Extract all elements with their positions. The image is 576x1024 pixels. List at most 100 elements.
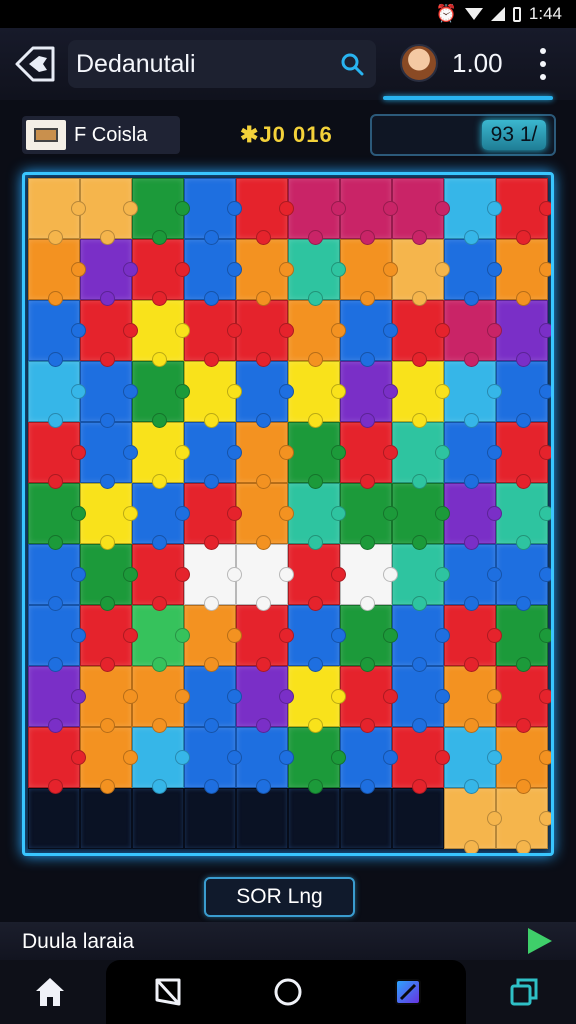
app-icon[interactable] [388, 972, 428, 1012]
puzzle-piece[interactable] [340, 422, 398, 489]
puzzle-piece[interactable] [392, 605, 450, 672]
puzzle-piece[interactable] [444, 300, 502, 367]
puzzle-piece[interactable] [288, 727, 346, 794]
search-field[interactable]: Dedanutali [68, 40, 376, 88]
puzzle-piece[interactable] [28, 239, 86, 306]
puzzle-piece[interactable] [392, 361, 450, 428]
puzzle-piece[interactable] [184, 544, 242, 611]
empty-slot[interactable] [392, 788, 444, 849]
puzzle-piece[interactable] [288, 422, 346, 489]
puzzle-piece[interactable] [184, 300, 242, 367]
circle-home-icon[interactable] [268, 972, 308, 1012]
puzzle-piece[interactable] [132, 727, 190, 794]
puzzle-piece[interactable] [496, 666, 551, 733]
puzzle-piece[interactable] [496, 483, 551, 550]
puzzle-piece[interactable] [80, 178, 138, 245]
puzzle-piece[interactable] [288, 178, 346, 245]
puzzle-piece[interactable] [444, 605, 502, 672]
puzzle-piece[interactable] [288, 300, 346, 367]
puzzle-piece[interactable] [288, 605, 346, 672]
puzzle-piece[interactable] [496, 605, 551, 672]
puzzle-piece[interactable] [236, 239, 294, 306]
puzzle-piece[interactable] [444, 483, 502, 550]
puzzle-piece[interactable] [340, 727, 398, 794]
puzzle-piece[interactable] [496, 239, 551, 306]
puzzle-piece[interactable] [392, 666, 450, 733]
puzzle-piece[interactable] [340, 605, 398, 672]
puzzle-piece[interactable] [496, 727, 551, 794]
puzzle-piece[interactable] [236, 727, 294, 794]
puzzle-piece[interactable] [184, 361, 242, 428]
puzzle-piece[interactable] [236, 300, 294, 367]
puzzle-piece[interactable] [28, 361, 86, 428]
puzzle-piece[interactable] [184, 422, 242, 489]
puzzle-piece[interactable] [80, 483, 138, 550]
puzzle-piece[interactable] [184, 178, 242, 245]
puzzle-piece[interactable] [80, 727, 138, 794]
puzzle-piece[interactable] [132, 605, 190, 672]
puzzle-piece[interactable] [28, 422, 86, 489]
puzzle-piece[interactable] [288, 361, 346, 428]
level-chip[interactable]: F Coisla [22, 116, 180, 154]
puzzle-piece[interactable] [132, 178, 190, 245]
puzzle-piece[interactable] [28, 605, 86, 672]
puzzle-piece[interactable] [444, 422, 502, 489]
puzzle-piece[interactable] [132, 544, 190, 611]
puzzle-piece[interactable] [444, 788, 502, 853]
puzzle-piece[interactable] [444, 239, 502, 306]
puzzle-piece[interactable] [444, 361, 502, 428]
puzzle-piece[interactable] [496, 788, 551, 853]
puzzle-piece[interactable] [340, 483, 398, 550]
puzzle-piece[interactable] [184, 666, 242, 733]
puzzle-piece[interactable] [288, 544, 346, 611]
puzzle-piece[interactable] [444, 544, 502, 611]
puzzle-piece[interactable] [444, 178, 502, 245]
puzzle-piece[interactable] [28, 300, 86, 367]
puzzle-piece[interactable] [340, 178, 398, 245]
puzzle-piece[interactable] [392, 483, 450, 550]
puzzle-piece[interactable] [80, 239, 138, 306]
empty-slot[interactable] [184, 788, 236, 849]
puzzle-piece[interactable] [392, 239, 450, 306]
puzzle-piece[interactable] [132, 239, 190, 306]
empty-slot[interactable] [288, 788, 340, 849]
puzzle-piece[interactable] [392, 300, 450, 367]
puzzle-piece[interactable] [80, 361, 138, 428]
puzzle-piece[interactable] [28, 666, 86, 733]
puzzle-piece[interactable] [80, 605, 138, 672]
puzzle-piece[interactable] [496, 544, 551, 611]
empty-slot[interactable] [340, 788, 392, 849]
puzzle-piece[interactable] [132, 300, 190, 367]
puzzle-piece[interactable] [392, 422, 450, 489]
play-icon[interactable] [528, 928, 552, 954]
puzzle-piece[interactable] [184, 483, 242, 550]
puzzle-piece[interactable] [80, 544, 138, 611]
puzzle-piece[interactable] [28, 544, 86, 611]
puzzle-piece[interactable] [236, 422, 294, 489]
recent-apps-icon[interactable] [504, 972, 544, 1012]
empty-slot[interactable] [132, 788, 184, 849]
puzzle-piece[interactable] [444, 727, 502, 794]
puzzle-piece[interactable] [288, 483, 346, 550]
puzzle-piece[interactable] [288, 239, 346, 306]
puzzle-piece[interactable] [132, 361, 190, 428]
puzzle-piece[interactable] [28, 727, 86, 794]
empty-slot[interactable] [236, 788, 288, 849]
puzzle-piece[interactable] [496, 300, 551, 367]
puzzle-piece[interactable] [392, 178, 450, 245]
empty-slot[interactable] [80, 788, 132, 849]
puzzle-piece[interactable] [496, 422, 551, 489]
puzzle-piece[interactable] [496, 361, 551, 428]
puzzle-piece[interactable] [496, 178, 551, 245]
puzzle-piece[interactable] [340, 300, 398, 367]
puzzle-piece[interactable] [28, 483, 86, 550]
puzzle-piece[interactable] [80, 666, 138, 733]
puzzle-piece[interactable] [236, 483, 294, 550]
puzzle-piece[interactable] [132, 666, 190, 733]
moves-counter[interactable]: 93 1/ [482, 120, 546, 150]
sort-button[interactable]: SOR Lng [204, 877, 355, 917]
puzzle-piece[interactable] [132, 483, 190, 550]
puzzle-piece[interactable] [184, 605, 242, 672]
puzzle-piece[interactable] [340, 666, 398, 733]
puzzle-piece[interactable] [392, 544, 450, 611]
